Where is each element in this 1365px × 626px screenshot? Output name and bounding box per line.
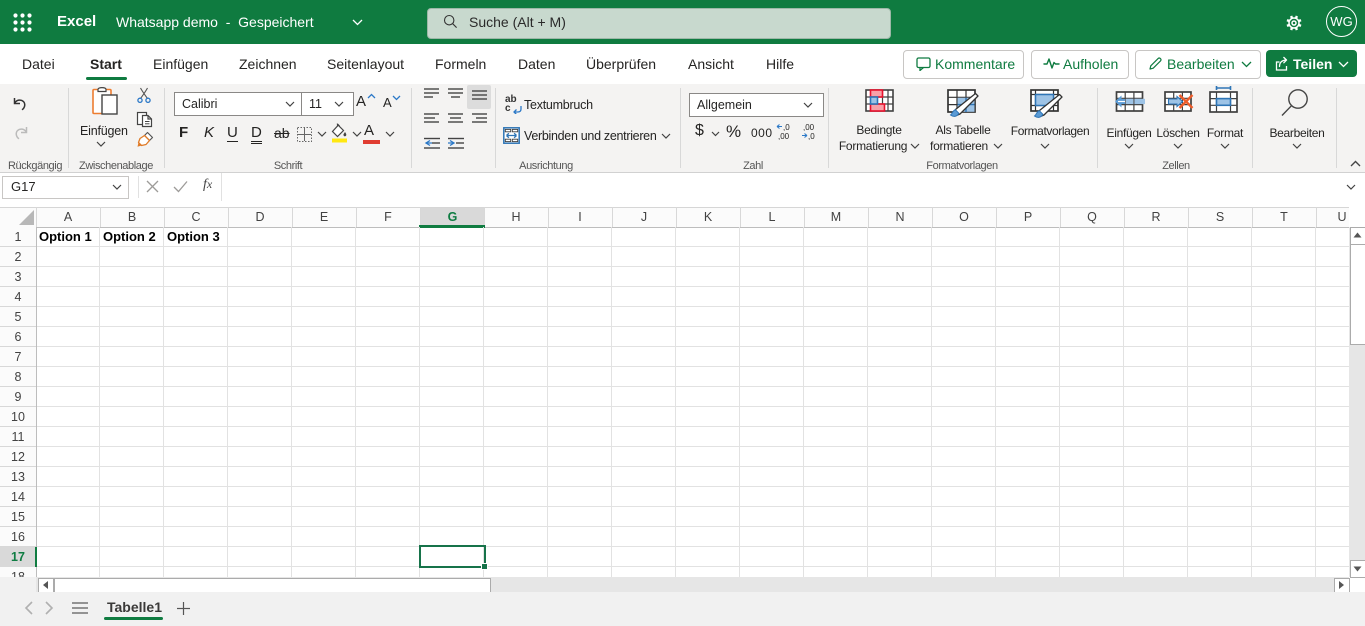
- svg-text:,0: ,0: [808, 132, 815, 141]
- svg-text:,00: ,00: [803, 123, 815, 132]
- svg-text:,00: ,00: [778, 132, 790, 141]
- svg-text:,0: ,0: [783, 123, 790, 132]
